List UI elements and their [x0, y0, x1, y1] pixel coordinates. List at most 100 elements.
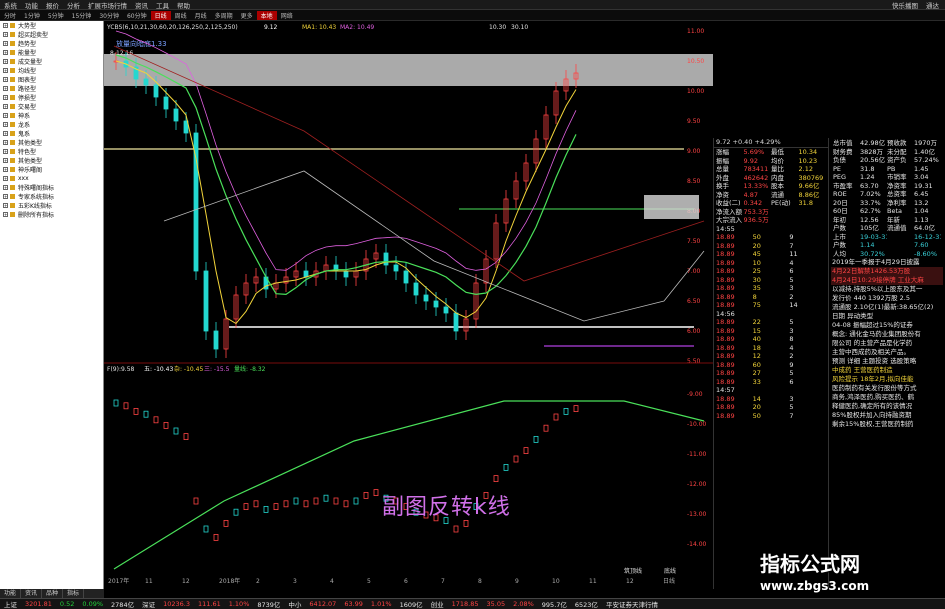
menu-item[interactable]: 资讯 [133, 0, 154, 10]
index-label: 创业 [430, 601, 444, 609]
tree-item[interactable]: + 龙系 [0, 120, 103, 129]
expand-icon[interactable]: + [3, 131, 8, 136]
period-button[interactable]: 周线 [171, 11, 191, 20]
expand-icon[interactable]: + [3, 194, 8, 199]
expand-icon[interactable]: + [3, 50, 8, 55]
tree-item[interactable]: + 成交量型 [0, 57, 103, 66]
expand-icon[interactable]: + [3, 68, 8, 73]
menu-item[interactable]: 扩展市场行情 [86, 0, 133, 10]
f10-news[interactable]: 中成药 王营医药制造 [831, 366, 943, 375]
f10-news[interactable]: 商务,鸿泽医药,购买医药、鹤 [831, 393, 943, 402]
f10-cell: 上市 [833, 232, 846, 241]
ma-long-line [115, 30, 577, 271]
expand-icon[interactable]: + [3, 23, 8, 28]
expand-icon[interactable]: + [3, 176, 8, 181]
tree-item[interactable]: + 趋势型 [0, 39, 103, 48]
menu-item[interactable]: 报价 [44, 0, 65, 10]
menu-item[interactable]: 工具 [154, 0, 175, 10]
expand-icon[interactable]: + [3, 140, 8, 145]
period-button[interactable]: 月线 [191, 11, 211, 20]
period-button[interactable]: 15分钟 [68, 11, 96, 20]
f10-news[interactable]: 医药制药有关发行股份等方式 [831, 384, 943, 393]
tree-tab[interactable]: 品种 [42, 589, 64, 598]
f10-news[interactable]: 以减持,持股5%以上股东及其一 [831, 285, 943, 294]
menu-item[interactable]: 分析 [65, 0, 86, 10]
menu-item[interactable]: 系统 [2, 0, 23, 10]
tree-item[interactable]: + 停损型 [0, 93, 103, 102]
period-button[interactable]: 30分钟 [95, 11, 123, 20]
period-button[interactable]: 5分钟 [44, 11, 68, 20]
f10-news[interactable]: 日期 异动类型 [831, 312, 943, 321]
expand-icon[interactable]: + [3, 104, 8, 109]
expand-icon[interactable]: + [3, 113, 8, 118]
tree-item[interactable]: + 删除所有指标 [0, 210, 103, 219]
f10-news[interactable]: 主营中西成药及相关产品。 [831, 348, 943, 357]
expand-icon[interactable]: + [3, 212, 8, 217]
tree-tab[interactable]: 功能 [0, 589, 22, 598]
tree-tab[interactable]: 指标 [63, 589, 85, 598]
tree-item[interactable]: + 图表型 [0, 75, 103, 84]
menu-right-item[interactable]: 快乐播图 [890, 0, 924, 10]
f10-news[interactable]: 04-08 振幅超过15%的证券 [831, 321, 943, 330]
period-button[interactable]: 日线 [150, 10, 171, 20]
tree-item[interactable]: + 大势型 [0, 21, 103, 30]
source-tab[interactable]: 网络 [277, 11, 297, 20]
tree-item[interactable]: + 其他类型 [0, 156, 103, 165]
tree-item[interactable]: + 交易型 [0, 102, 103, 111]
expand-icon[interactable]: + [3, 122, 8, 127]
f10-news[interactable]: 预测 详细 主题投资 选股策略 [831, 357, 943, 366]
tree-item[interactable]: + 特殊曙阁指标 [0, 183, 103, 192]
expand-icon[interactable]: + [3, 77, 8, 82]
period-button[interactable]: 更多 [237, 11, 257, 20]
period-button[interactable]: 1分钟 [20, 11, 44, 20]
f10-news[interactable]: 风险提示 18年2月,拟向佳能 [831, 375, 943, 384]
kline-chart[interactable]: YCBS(6,10,21,30,60,20,126,250,2,125,250)… [104, 21, 713, 589]
f10-news[interactable]: 流通股 2.10亿(1)最新:38.65亿(2) [831, 303, 943, 312]
tree-tab[interactable]: 资讯 [21, 589, 43, 598]
expand-icon[interactable]: + [3, 185, 8, 190]
expand-icon[interactable]: + [3, 59, 8, 64]
f10-cell: 13.2 [914, 198, 929, 207]
expand-icon[interactable]: + [3, 95, 8, 100]
tree-item[interactable]: + 五彩K线指标 [0, 201, 103, 210]
menu-right-item[interactable]: 通达 [924, 0, 945, 10]
menu-item[interactable]: 功能 [23, 0, 44, 10]
f10-news[interactable]: 4月22日解禁1426.53万股 [831, 267, 943, 276]
menu-item[interactable]: 帮助 [175, 0, 196, 10]
tree-item[interactable]: + xxx [0, 174, 103, 183]
sub-candle [303, 500, 309, 508]
period-button[interactable]: 分时 [0, 11, 20, 20]
period-button[interactable]: 多周期 [211, 11, 237, 20]
expand-icon[interactable]: + [3, 86, 8, 91]
tree-item[interactable]: + 能量型 [0, 48, 103, 57]
indicator-tree: + 大势型 + 超买超卖型 + 趋势型 + 能量型 + 成交量型 + 均线型 + 图表型 + 路径型 + 停损型 +… [0, 21, 104, 589]
tree-item[interactable]: + 神乐曙阁 [0, 165, 103, 174]
tree-item[interactable]: + 专家系统指标 [0, 192, 103, 201]
expand-icon[interactable]: + [3, 32, 8, 37]
tree-item[interactable]: + 超买超卖型 [0, 30, 103, 39]
f10-cell: 42.98亿 [860, 139, 886, 147]
f10-news[interactable]: 发行价 440 1392万股 2.5 [831, 294, 943, 303]
f10-news[interactable]: 释健医药,确定所有的该情况 [831, 402, 943, 411]
expand-icon[interactable]: + [3, 167, 8, 172]
expand-icon[interactable]: + [3, 149, 8, 154]
expand-icon[interactable]: + [3, 41, 8, 46]
f10-news[interactable]: 85%股权并加入向持融资期 [831, 411, 943, 420]
tree-item[interactable]: + 神系 [0, 111, 103, 120]
tree-item[interactable]: + 鬼系 [0, 129, 103, 138]
f10-news[interactable]: 限公司 的主营产品是化学药 [831, 339, 943, 348]
f10-news[interactable]: 4月24日10:29接停牌 工业大麻 [831, 276, 943, 285]
expand-icon[interactable]: + [3, 203, 8, 208]
tree-item[interactable]: + 路径型 [0, 84, 103, 93]
f10-news[interactable]: 剩余15%股权,王营医药制药 [831, 420, 943, 429]
period-button[interactable]: 60分钟 [123, 11, 151, 20]
f10-cell: 负债 [833, 156, 846, 164]
f10-news[interactable]: 2019年一季报于4月29日披露 [831, 258, 943, 267]
source-tab[interactable]: 本地 [256, 10, 277, 20]
tree-item[interactable]: + 均线型 [0, 66, 103, 75]
tree-item[interactable]: + 其他类型 [0, 138, 103, 147]
f10-news[interactable]: 概念: 通化金马药业集团股份有 [831, 330, 943, 339]
expand-icon[interactable]: + [3, 158, 8, 163]
tree-item[interactable]: + 特色型 [0, 147, 103, 156]
folder-icon [10, 23, 15, 28]
